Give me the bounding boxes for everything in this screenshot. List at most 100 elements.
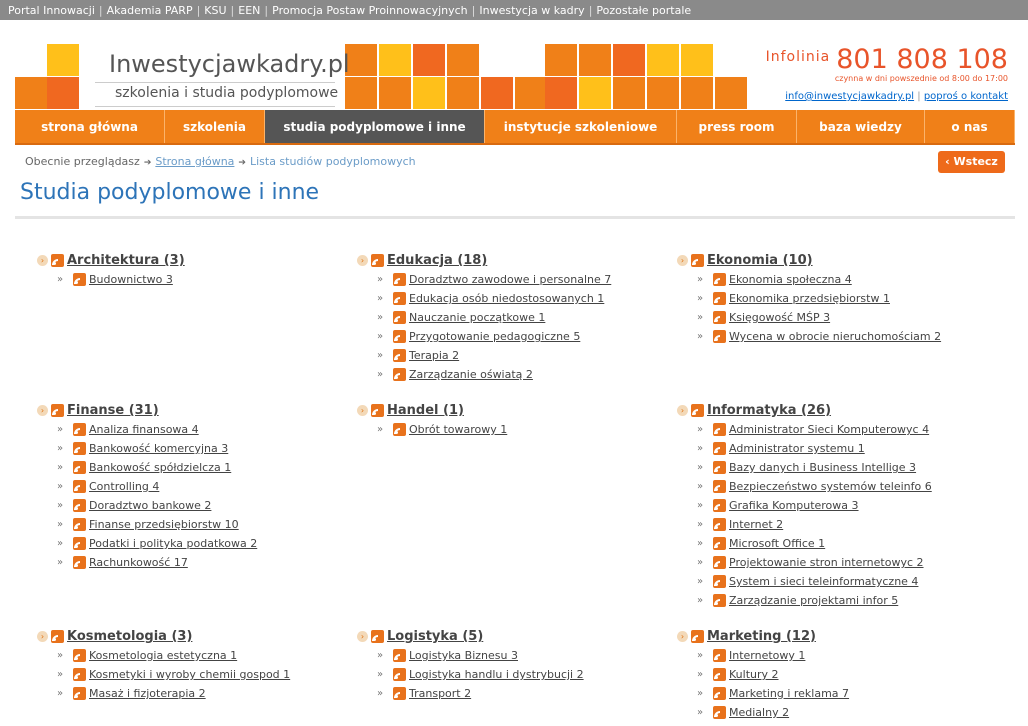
rss-icon[interactable] xyxy=(713,311,726,324)
rss-icon[interactable] xyxy=(393,649,406,662)
subcategory-link[interactable]: Kosmetyki i wyroby chemii gospod 1 xyxy=(89,668,290,681)
rss-icon[interactable] xyxy=(713,594,726,607)
portal-link[interactable]: Akademia PARP xyxy=(107,4,193,17)
rss-icon[interactable] xyxy=(393,330,406,343)
rss-icon[interactable] xyxy=(73,537,86,550)
rss-icon[interactable] xyxy=(73,649,86,662)
rss-icon[interactable] xyxy=(691,254,704,267)
subcategory-item[interactable]: » Doradztwo bankowe 2 xyxy=(57,495,211,514)
subcategory-link[interactable]: Księgowość MŚP 3 xyxy=(729,311,830,324)
subcategory-link[interactable]: Medialny 2 xyxy=(729,706,789,719)
rss-icon[interactable] xyxy=(393,368,406,381)
subcategory-item[interactable]: » Logistyka handlu i dystrybucji 2 xyxy=(377,664,584,683)
category-title-link[interactable]: Logistyka (5) xyxy=(387,629,483,644)
rss-icon[interactable] xyxy=(393,687,406,700)
rss-icon[interactable] xyxy=(371,254,384,267)
rss-icon[interactable] xyxy=(393,423,406,436)
subcategory-item[interactable]: » Nauczanie początkowe 1 xyxy=(377,307,545,326)
subcategory-item[interactable]: » System i sieci teleinformatyczne 4 xyxy=(697,571,918,590)
subcategory-link[interactable]: Bankowość spółdzielcza 1 xyxy=(89,461,231,474)
rss-icon[interactable] xyxy=(51,254,64,267)
subcategory-link[interactable]: Wycena w obrocie nieruchomościam 2 xyxy=(729,330,941,343)
subcategory-item[interactable]: » Zarządzanie oświatą 2 xyxy=(377,364,533,383)
portal-link[interactable]: KSU xyxy=(204,4,226,17)
rss-icon[interactable] xyxy=(73,423,86,436)
subcategory-link[interactable]: Doradztwo zawodowe i personalne 7 xyxy=(409,273,611,286)
rss-icon[interactable] xyxy=(51,404,64,417)
category-title-link[interactable]: Marketing (12) xyxy=(707,629,816,644)
subcategory-link[interactable]: Internet 2 xyxy=(729,518,783,531)
subcategory-item[interactable]: » Bankowość komercyjna 3 xyxy=(57,438,228,457)
rss-icon[interactable] xyxy=(73,480,86,493)
subcategory-item[interactable]: » Kultury 2 xyxy=(697,664,779,683)
subcategory-item[interactable]: » Analiza finansowa 4 xyxy=(57,419,199,438)
subcategory-link[interactable]: Masaż i fizjoterapia 2 xyxy=(89,687,206,700)
subcategory-link[interactable]: Kultury 2 xyxy=(729,668,779,681)
subcategory-link[interactable]: Doradztwo bankowe 2 xyxy=(89,499,211,512)
portal-link[interactable]: Promocja Postaw Proinnowacyjnych xyxy=(272,4,468,17)
subcategory-link[interactable]: Administrator Sieci Komputerowyc 4 xyxy=(729,423,929,436)
subcategory-link[interactable]: System i sieci teleinformatyczne 4 xyxy=(729,575,918,588)
rss-icon[interactable] xyxy=(713,292,726,305)
rss-icon[interactable] xyxy=(73,461,86,474)
rss-icon[interactable] xyxy=(713,556,726,569)
category-header[interactable]: › Kosmetologia (3) xyxy=(37,626,192,644)
rss-icon[interactable] xyxy=(713,480,726,493)
rss-icon[interactable] xyxy=(713,649,726,662)
nav-item[interactable]: o nas xyxy=(925,110,1015,143)
subcategory-item[interactable]: » Masaż i fizjoterapia 2 xyxy=(57,683,206,702)
request-contact-link[interactable]: poproś o kontakt xyxy=(924,91,1008,102)
nav-item[interactable]: baza wiedzy xyxy=(797,110,925,143)
rss-icon[interactable] xyxy=(393,292,406,305)
rss-icon[interactable] xyxy=(713,706,726,719)
breadcrumb-home-link[interactable]: Strona główna xyxy=(155,155,234,168)
subcategory-link[interactable]: Kosmetologia estetyczna 1 xyxy=(89,649,237,662)
category-header[interactable]: › Handel (1) xyxy=(357,400,464,418)
subcategory-link[interactable]: Bezpieczeństwo systemów teleinfo 6 xyxy=(729,480,932,493)
category-title-link[interactable]: Informatyka (26) xyxy=(707,403,831,418)
category-title-link[interactable]: Edukacja (18) xyxy=(387,253,487,268)
rss-icon[interactable] xyxy=(713,423,726,436)
subcategory-link[interactable]: Bankowość komercyjna 3 xyxy=(89,442,228,455)
subcategory-item[interactable]: » Grafika Komputerowa 3 xyxy=(697,495,859,514)
subcategory-item[interactable]: » Księgowość MŚP 3 xyxy=(697,307,830,326)
subcategory-link[interactable]: Rachunkowość 17 xyxy=(89,556,188,569)
subcategory-item[interactable]: » Kosmetyki i wyroby chemii gospod 1 xyxy=(57,664,290,683)
subcategory-item[interactable]: » Kosmetologia estetyczna 1 xyxy=(57,645,237,664)
subcategory-item[interactable]: » Microsoft Office 1 xyxy=(697,533,825,552)
category-title-link[interactable]: Handel (1) xyxy=(387,403,464,418)
rss-icon[interactable] xyxy=(713,668,726,681)
subcategory-item[interactable]: » Przygotowanie pedagogiczne 5 xyxy=(377,326,580,345)
subcategory-item[interactable]: » Bazy danych i Business Intellige 3 xyxy=(697,457,916,476)
rss-icon[interactable] xyxy=(51,630,64,643)
rss-icon[interactable] xyxy=(73,273,86,286)
subcategory-item[interactable]: » Bezpieczeństwo systemów teleinfo 6 xyxy=(697,476,932,495)
rss-icon[interactable] xyxy=(691,630,704,643)
logo[interactable]: Inwestycjawkadry.pl szkolenia i studia p… xyxy=(95,44,350,110)
portal-link[interactable]: Pozostałe portale xyxy=(596,4,691,17)
nav-item[interactable]: instytucje szkoleniowe xyxy=(485,110,677,143)
subcategory-link[interactable]: Obrót towarowy 1 xyxy=(409,423,507,436)
subcategory-link[interactable]: Logistyka Biznesu 3 xyxy=(409,649,518,662)
category-title-link[interactable]: Finanse (31) xyxy=(67,403,159,418)
subcategory-item[interactable]: » Ekonomia społeczna 4 xyxy=(697,269,852,288)
subcategory-link[interactable]: Zarządzanie projektami infor 5 xyxy=(729,594,898,607)
rss-icon[interactable] xyxy=(713,687,726,700)
rss-icon[interactable] xyxy=(73,442,86,455)
subcategory-item[interactable]: » Ekonomika przedsiębiorstw 1 xyxy=(697,288,890,307)
rss-icon[interactable] xyxy=(73,556,86,569)
subcategory-item[interactable]: » Logistyka Biznesu 3 xyxy=(377,645,518,664)
subcategory-link[interactable]: Podatki i polityka podatkowa 2 xyxy=(89,537,257,550)
subcategory-link[interactable]: Finanse przedsiębiorstw 10 xyxy=(89,518,239,531)
subcategory-item[interactable]: » Administrator Sieci Komputerowyc 4 xyxy=(697,419,929,438)
subcategory-item[interactable]: » Podatki i polityka podatkowa 2 xyxy=(57,533,257,552)
category-title-link[interactable]: Kosmetologia (3) xyxy=(67,629,192,644)
subcategory-item[interactable]: » Zarządzanie projektami infor 5 xyxy=(697,590,898,609)
subcategory-item[interactable]: » Terapia 2 xyxy=(377,345,459,364)
rss-icon[interactable] xyxy=(713,461,726,474)
email-link[interactable]: info@inwestycjawkadry.pl xyxy=(785,91,914,102)
rss-icon[interactable] xyxy=(713,442,726,455)
subcategory-link[interactable]: Ekonomika przedsiębiorstw 1 xyxy=(729,292,890,305)
subcategory-link[interactable]: Terapia 2 xyxy=(409,349,459,362)
subcategory-link[interactable]: Transport 2 xyxy=(409,687,471,700)
